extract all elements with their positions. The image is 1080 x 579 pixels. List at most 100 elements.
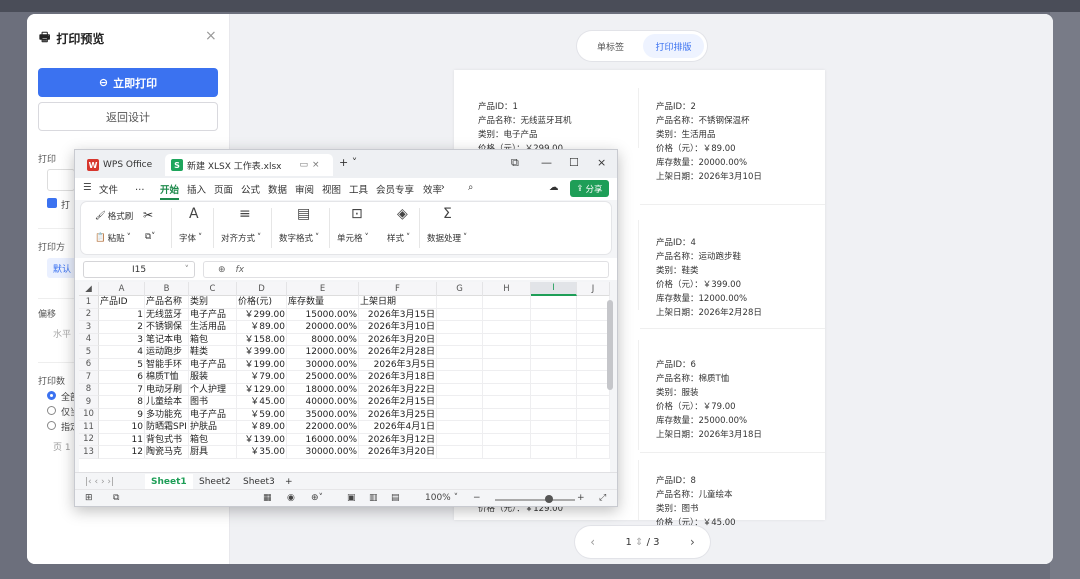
- table-cell[interactable]: 2026年3月10日: [359, 321, 437, 334]
- table-cell[interactable]: 陶瓷马克: [145, 446, 189, 459]
- table-cell[interactable]: [577, 408, 610, 421]
- table-cell[interactable]: 图书: [189, 396, 237, 409]
- table-cell[interactable]: [531, 296, 577, 309]
- table-cell[interactable]: [577, 296, 610, 309]
- table-cell[interactable]: 5: [99, 358, 145, 371]
- table-cell[interactable]: [483, 433, 531, 446]
- table-cell[interactable]: 电动牙刷: [145, 383, 189, 396]
- table-cell[interactable]: ￥89.00: [237, 321, 287, 334]
- table-cell[interactable]: [483, 371, 531, 384]
- formula-input[interactable]: ⊕ fx: [203, 261, 609, 278]
- print-now-button[interactable]: ⊖ 立即打印: [38, 68, 218, 97]
- menu-insert[interactable]: 插入: [187, 182, 206, 196]
- table-cell[interactable]: 2026年3月12日: [359, 433, 437, 446]
- range-current-radio[interactable]: [47, 406, 56, 415]
- table-cell[interactable]: [437, 308, 483, 321]
- table-cell[interactable]: 8000.00%: [287, 333, 359, 346]
- sheet-tab-2[interactable]: Sheet2: [193, 474, 237, 489]
- table-cell[interactable]: 20000.00%: [287, 321, 359, 334]
- table-cell[interactable]: 11: [99, 433, 145, 446]
- table-cell[interactable]: ￥59.00: [237, 408, 287, 421]
- table-cell[interactable]: 12: [99, 446, 145, 459]
- row-header[interactable]: 8: [79, 383, 99, 396]
- menu-member[interactable]: 会员专享: [376, 182, 414, 196]
- table-cell[interactable]: 价格(元): [237, 296, 287, 309]
- zoom-slider-handle[interactable]: [545, 495, 553, 503]
- table-cell[interactable]: [531, 321, 577, 334]
- align-button[interactable]: 对齐方式 ˅: [221, 232, 261, 244]
- cut-icon[interactable]: ✂: [143, 208, 153, 222]
- menu-formula[interactable]: 公式: [241, 182, 260, 196]
- zoom-level[interactable]: 100% ˅: [425, 493, 458, 503]
- table-cell[interactable]: [483, 308, 531, 321]
- table-cell[interactable]: [483, 321, 531, 334]
- page-stepper-icon[interactable]: ⇕: [635, 537, 643, 548]
- sheet-nav-icons[interactable]: |‹ ‹ › ›|: [79, 474, 120, 489]
- table-cell[interactable]: 2026年4月1日: [359, 421, 437, 434]
- table-cell[interactable]: [577, 433, 610, 446]
- zoom-slider[interactable]: [495, 499, 575, 501]
- cell-button[interactable]: 单元格 ˅: [337, 232, 369, 244]
- select-all-corner[interactable]: ◢: [79, 282, 99, 296]
- table-cell[interactable]: 8: [99, 396, 145, 409]
- table-cell[interactable]: [531, 358, 577, 371]
- table-cell[interactable]: 2026年3月25日: [359, 408, 437, 421]
- table-cell[interactable]: ￥129.00: [237, 383, 287, 396]
- table-cell[interactable]: 10: [99, 421, 145, 434]
- row-header[interactable]: 10: [79, 408, 99, 421]
- table-cell[interactable]: 9: [99, 408, 145, 421]
- sheet-tab-1[interactable]: Sheet1: [145, 474, 193, 489]
- table-cell[interactable]: 生活用品: [189, 321, 237, 334]
- table-cell[interactable]: 上架日期: [359, 296, 437, 309]
- table-cell[interactable]: 6: [99, 371, 145, 384]
- column-header[interactable]: D: [237, 282, 287, 296]
- table-cell[interactable]: [531, 421, 577, 434]
- menu-tools[interactable]: 工具: [349, 182, 368, 196]
- row-header[interactable]: 6: [79, 358, 99, 371]
- status-icon[interactable]: ▦: [263, 493, 272, 503]
- table-cell[interactable]: [437, 383, 483, 396]
- row-header[interactable]: 5: [79, 346, 99, 359]
- share-button[interactable]: ⇪ 分享: [570, 180, 609, 197]
- tab-xlsx-file[interactable]: S 新建 XLSX 工作表.xlsx ▭ ×: [165, 154, 333, 176]
- table-cell[interactable]: [483, 296, 531, 309]
- table-cell[interactable]: [531, 346, 577, 359]
- table-cell[interactable]: ￥158.00: [237, 333, 287, 346]
- table-cell[interactable]: ￥89.00: [237, 421, 287, 434]
- table-cell[interactable]: [483, 421, 531, 434]
- page-current-input[interactable]: 1: [625, 537, 631, 548]
- table-cell[interactable]: 2026年3月20日: [359, 446, 437, 459]
- table-cell[interactable]: [577, 421, 610, 434]
- table-cell[interactable]: [437, 296, 483, 309]
- menu-data[interactable]: 数据: [268, 182, 287, 196]
- menu-view[interactable]: 视图: [322, 182, 341, 196]
- row-header[interactable]: 9: [79, 396, 99, 409]
- table-cell[interactable]: [437, 408, 483, 421]
- table-cell[interactable]: 箱包: [189, 333, 237, 346]
- row-header[interactable]: 3: [79, 321, 99, 334]
- table-cell[interactable]: [577, 371, 610, 384]
- table-cell[interactable]: 30000.00%: [287, 446, 359, 459]
- table-cell[interactable]: 厨具: [189, 446, 237, 459]
- table-cell[interactable]: [437, 346, 483, 359]
- prev-page-icon[interactable]: ‹: [590, 535, 595, 549]
- column-header[interactable]: A: [99, 282, 145, 296]
- table-cell[interactable]: ￥139.00: [237, 433, 287, 446]
- offset-horizontal-input[interactable]: 水平: [53, 327, 71, 340]
- table-cell[interactable]: 类别: [189, 296, 237, 309]
- menu-scroll-icon[interactable]: ›: [441, 182, 445, 193]
- paste-button[interactable]: 📋 粘贴 ˅: [95, 232, 131, 244]
- table-cell[interactable]: ￥199.00: [237, 358, 287, 371]
- table-cell[interactable]: [577, 346, 610, 359]
- table-cell[interactable]: 个人护理: [189, 383, 237, 396]
- table-cell[interactable]: [531, 371, 577, 384]
- table-cell[interactable]: 40000.00%: [287, 396, 359, 409]
- tab-single-label[interactable]: 单标签: [580, 34, 641, 58]
- menu-more[interactable]: …: [135, 182, 145, 193]
- table-cell[interactable]: 30000.00%: [287, 358, 359, 371]
- table-cell[interactable]: [531, 396, 577, 409]
- tile-icon[interactable]: ⧉: [511, 156, 519, 170]
- copy-icon[interactable]: ⧉˅: [145, 232, 155, 242]
- tab-wps-office[interactable]: W WPS Office: [81, 154, 158, 176]
- column-header[interactable]: I: [531, 282, 577, 296]
